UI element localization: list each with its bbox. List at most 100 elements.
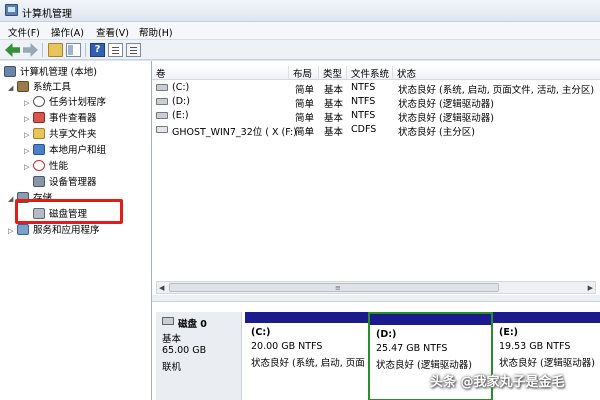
- expand-arrow-icon[interactable]: ▷: [24, 128, 33, 143]
- title-bar: 计算机管理: [0, 0, 600, 22]
- expand-arrow-icon[interactable]: ▷: [24, 144, 33, 159]
- volume-name: (D:): [172, 96, 190, 107]
- tree-item-event-viewer[interactable]: ▷ 事件查看器: [24, 111, 97, 126]
- tree-item-performance[interactable]: ▷ 性能: [24, 159, 68, 174]
- volume-name: (C:): [172, 82, 190, 93]
- partition-status: 状态良好 (系统, 启动, 页面: [251, 358, 365, 369]
- toolbar-separator: [42, 43, 43, 57]
- column-layout[interactable]: 布局: [289, 66, 319, 80]
- tree-item-system-tools[interactable]: ◢ 系统工具: [8, 80, 71, 95]
- tree-label: 本地用户和组: [49, 145, 107, 156]
- device-manager-icon: [33, 176, 45, 187]
- partition-status: 状态良好 (逻辑驱动器): [499, 358, 595, 369]
- partition-size: 25.47 GB NTFS: [376, 343, 448, 354]
- users-icon: [33, 144, 45, 155]
- volume-icon: [156, 84, 168, 91]
- tree-item-computer-management[interactable]: 计算机管理 (本地): [4, 65, 97, 80]
- watermark: 头条 @我家丸子是金毛: [430, 375, 565, 390]
- volume-list-header: 卷 布局 类型 文件系统 状态: [152, 65, 600, 80]
- partition-letter: (E:): [499, 327, 518, 338]
- volume-layout: 简单: [295, 99, 315, 110]
- expand-arrow-icon[interactable]: ▷: [24, 160, 33, 175]
- partition-status: 状态良好 (逻辑驱动器): [376, 360, 472, 371]
- disk-name: 磁盘 0: [178, 319, 207, 330]
- volume-status: 状态良好 (主分区): [398, 127, 475, 138]
- tree-label: 共享文件夹: [49, 129, 97, 140]
- volume-status: 状态良好 (逻辑驱动器): [398, 113, 494, 124]
- scroll-right-icon[interactable]: ▶: [588, 284, 593, 292]
- column-status[interactable]: 状态: [393, 66, 600, 80]
- partition-size: 20.00 GB NTFS: [251, 341, 323, 352]
- volume-name: (E:): [172, 110, 189, 121]
- tree-label: 任务计划程序: [49, 97, 107, 108]
- volume-fs: CDFS: [351, 124, 377, 135]
- column-filesystem[interactable]: 文件系统: [347, 66, 393, 80]
- properties-icon[interactable]: [108, 43, 123, 57]
- tree-item-local-users[interactable]: ▷ 本地用户和组: [24, 143, 106, 158]
- disk-management-pane: 卷 布局 类型 文件系统 状态 (C:) 简单 基本 NTFS 状态良好 (系统…: [152, 61, 600, 400]
- disk-icon: [162, 317, 174, 325]
- volume-name: GHOST_WIN7_32位 ( X (F:): [172, 127, 297, 138]
- volume-layout: 简单: [295, 113, 315, 124]
- window-title: 计算机管理: [22, 9, 72, 20]
- toolbar: ?: [0, 40, 600, 60]
- volume-row[interactable]: (C:) 简单 基本 NTFS 状态良好 (系统, 启动, 页面文件, 活动, …: [152, 81, 600, 96]
- show-hide-tree-icon[interactable]: [66, 43, 81, 57]
- partition-bar: [493, 312, 600, 323]
- tree-label: 性能: [49, 161, 69, 172]
- volume-row[interactable]: GHOST_WIN7_32位 ( X (F:) 简单 基本 CDFS 状态良好 …: [152, 123, 600, 138]
- tree-item-device-manager[interactable]: 设备管理器: [33, 175, 97, 190]
- volume-status: 状态良好 (系统, 启动, 页面文件, 活动, 主分区): [398, 85, 595, 96]
- scrollbar-thumb[interactable]: ≡: [169, 283, 499, 292]
- volume-icon: [156, 112, 168, 119]
- volume-fs: NTFS: [351, 110, 376, 121]
- back-icon[interactable]: [5, 43, 20, 57]
- navigation-tree: 计算机管理 (本地) ◢ 系统工具 ▷ 任务计划程序 ▷ 事件查看器 ▷ 共享文件夹 ▷…: [0, 61, 152, 400]
- cd-drive-icon: [156, 126, 168, 133]
- menu-file[interactable]: 文件(F): [8, 25, 40, 39]
- volume-fs: NTFS: [351, 96, 376, 107]
- menu-action[interactable]: 操作(A): [51, 25, 84, 39]
- disk-info-panel[interactable]: 磁盘 0 基本 65.00 GB 联机: [156, 312, 242, 400]
- horizontal-scrollbar[interactable]: ◀ ≡ ▶: [156, 281, 596, 294]
- partition-letter: (D:): [376, 329, 397, 340]
- tree-item-shared-folders[interactable]: ▷ 共享文件夹: [24, 127, 97, 142]
- scrollbar-grip: ≡: [335, 284, 341, 292]
- highlight-box: [15, 199, 123, 224]
- tree-item-services[interactable]: ▷ 服务和应用程序: [8, 223, 100, 238]
- menu-bar: 文件(F) 操作(A) 查看(V) 帮助(H): [0, 22, 600, 40]
- menu-view[interactable]: 查看(V): [96, 25, 129, 39]
- menu-help[interactable]: 帮助(H): [139, 25, 173, 39]
- collapse-arrow-icon[interactable]: ◢: [8, 81, 17, 96]
- partition-c[interactable]: (C:) 20.00 GB NTFS 状态良好 (系统, 启动, 页面: [245, 312, 368, 400]
- expand-arrow-icon[interactable]: ▷: [8, 224, 17, 239]
- tree-label: 系统工具: [33, 82, 72, 93]
- computer-icon: [4, 66, 16, 77]
- export-list-icon[interactable]: [126, 43, 141, 57]
- help-icon[interactable]: ?: [90, 43, 105, 57]
- services-icon: [17, 224, 29, 235]
- tree-label: 设备管理器: [49, 177, 97, 188]
- computer-management-icon: [5, 4, 18, 16]
- folder-up-icon[interactable]: [48, 43, 63, 57]
- forward-icon[interactable]: [23, 43, 38, 57]
- volume-type: 基本: [324, 127, 344, 138]
- volume-status: 状态良好 (逻辑驱动器): [398, 99, 494, 110]
- volume-row[interactable]: (D:) 简单 基本 NTFS 状态良好 (逻辑驱动器): [152, 95, 600, 110]
- partition-bar: [245, 312, 368, 323]
- disk-type: 基本: [162, 334, 182, 345]
- tree-label: 事件查看器: [49, 113, 97, 124]
- expand-arrow-icon[interactable]: ▷: [24, 96, 33, 111]
- scroll-left-icon[interactable]: ◀: [159, 284, 164, 292]
- tools-icon: [17, 81, 29, 92]
- tree-item-task-scheduler[interactable]: ▷ 任务计划程序: [24, 95, 106, 110]
- volume-type: 基本: [324, 113, 344, 124]
- event-viewer-icon: [33, 112, 45, 123]
- column-type[interactable]: 类型: [319, 66, 347, 80]
- clock-icon: [33, 96, 45, 107]
- expand-arrow-icon[interactable]: ▷: [24, 112, 33, 127]
- volume-layout: 简单: [295, 85, 315, 96]
- volume-row[interactable]: (E:) 简单 基本 NTFS 状态良好 (逻辑驱动器): [152, 109, 600, 124]
- partition-size: 19.53 GB NTFS: [499, 341, 571, 352]
- column-volume[interactable]: 卷: [152, 66, 289, 80]
